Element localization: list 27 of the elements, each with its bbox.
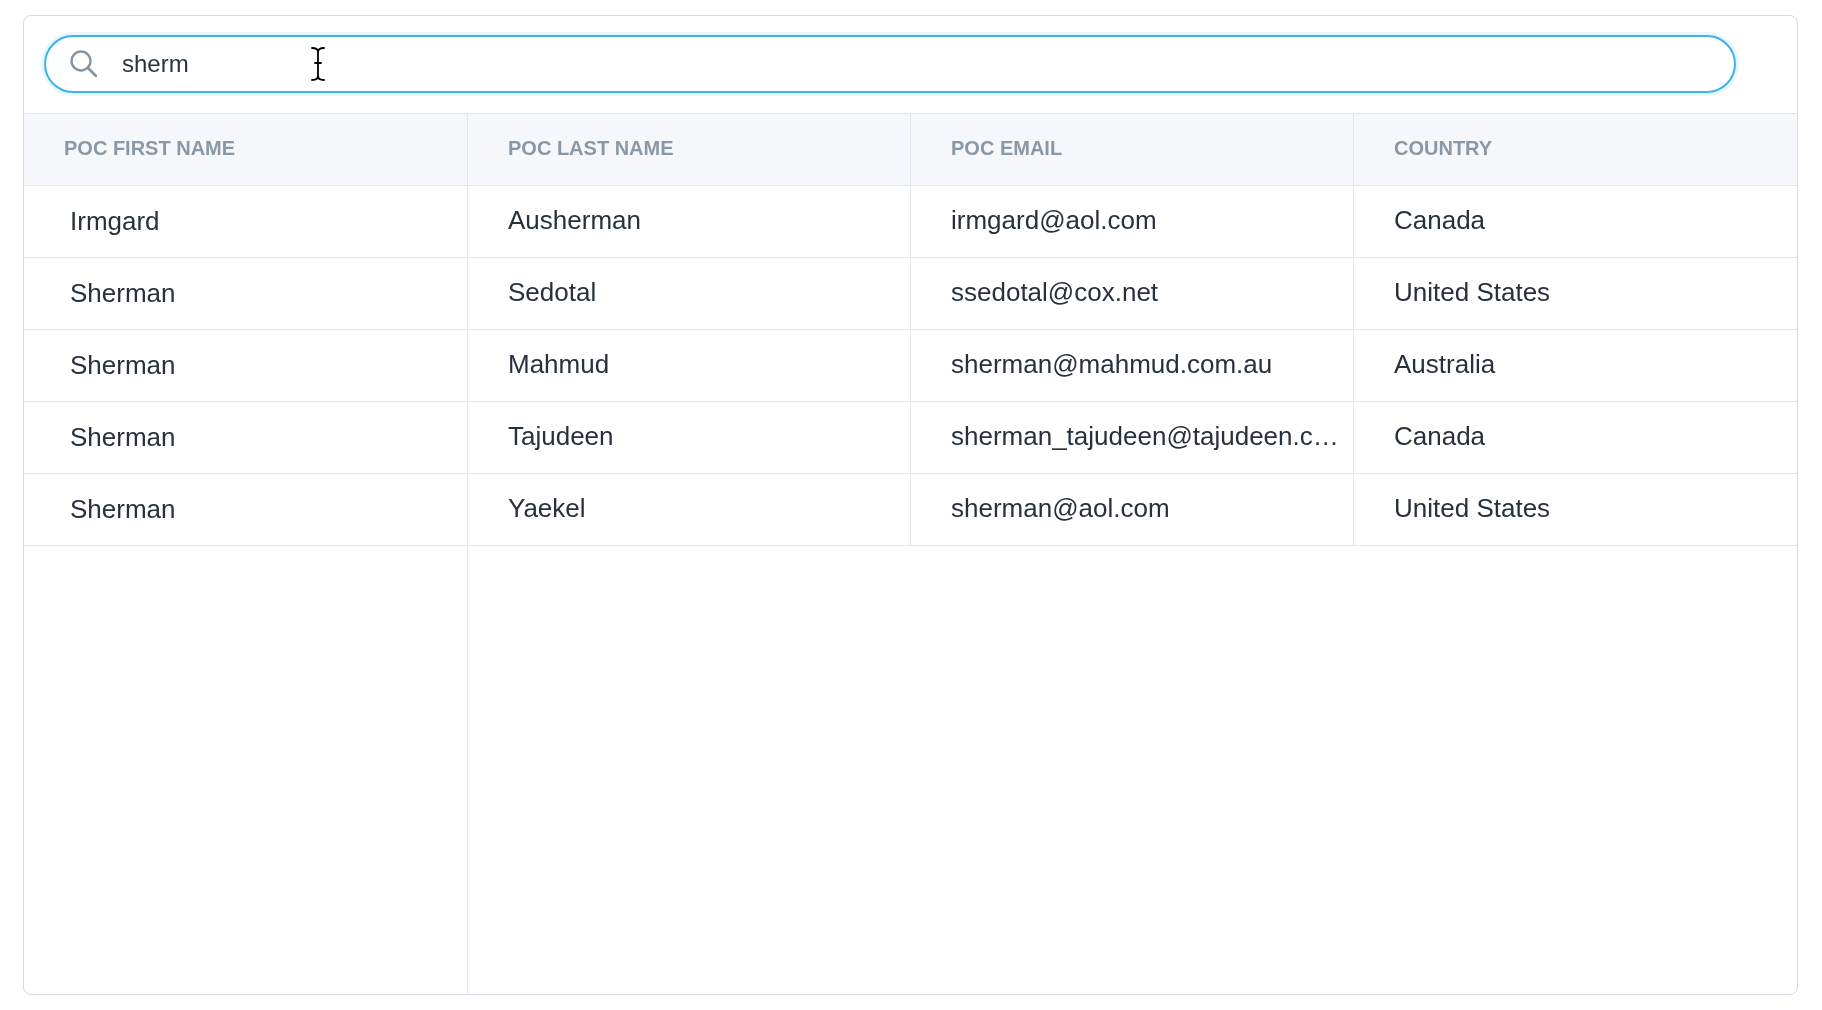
table-cell-text: United States: [1393, 276, 1552, 309]
table-cell: Ausherman: [468, 186, 911, 257]
table-cell: Tajudeen: [468, 402, 911, 473]
table-cell: sherman@aol.com: [911, 474, 1354, 545]
table-cell-text: Australia: [1393, 348, 1497, 381]
table-cell-text: United States: [1393, 492, 1552, 525]
search-icon: [70, 50, 97, 77]
column-header: POC FIRST NAME: [24, 114, 468, 185]
table-cell: Sedotal: [468, 258, 911, 329]
text-cursor-icon: [310, 46, 326, 82]
table-cell: Sherman: [24, 330, 468, 401]
table-cell-text: Canada: [1393, 420, 1487, 453]
table-cell: irmgard@aol.com: [911, 186, 1354, 257]
column-header: POC LAST NAME: [468, 114, 911, 185]
table-cell: sherman@mahmud.com.au: [911, 330, 1354, 401]
table-cell: Mahmud: [468, 330, 911, 401]
table-cell: Sherman: [24, 258, 468, 329]
table-cell: sherman_tajudeen@tajudeen.c…: [911, 402, 1354, 473]
column-header: COUNTRY: [1354, 114, 1797, 185]
table-cell: Irmgard: [24, 186, 468, 257]
table-cell: Sherman: [24, 474, 468, 545]
table-cell-text: Canada: [1393, 204, 1487, 237]
column-header: POC EMAIL: [911, 114, 1354, 185]
search-field[interactable]: sherm: [44, 35, 1736, 93]
table-cell: Yaekel: [468, 474, 911, 545]
table-cell: ssedotal@cox.net: [911, 258, 1354, 329]
table-cell: Sherman: [24, 402, 468, 473]
